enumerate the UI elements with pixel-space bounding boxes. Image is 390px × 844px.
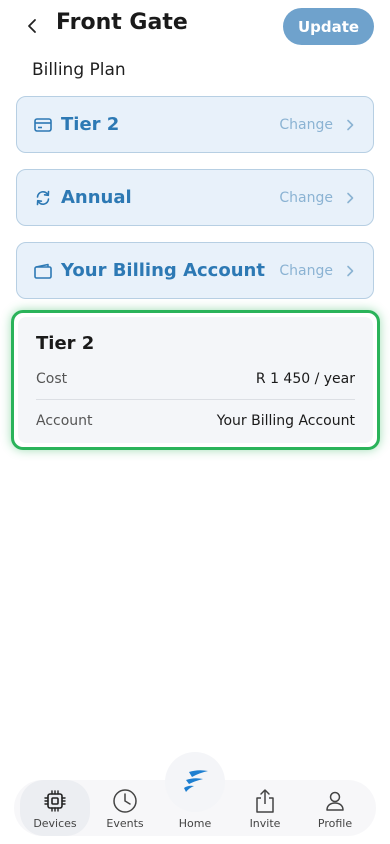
refresh-icon [33, 188, 53, 208]
chevron-right-icon [343, 264, 357, 278]
divider [36, 399, 355, 400]
chevron-right-icon [343, 118, 357, 132]
summary-row-account: Account Your Billing Account [36, 413, 355, 429]
tab-profile-label: Profile [317, 817, 353, 830]
account-option-label: Your Billing Account [61, 260, 265, 281]
summary-cost-value: R 1 450 / year [255, 371, 355, 387]
tier-change-link[interactable]: Change [279, 117, 333, 133]
tab-events[interactable]: Events [90, 780, 160, 836]
person-icon [322, 788, 348, 814]
period-option[interactable]: Annual Change [16, 169, 374, 226]
logo-icon [184, 770, 208, 792]
wallet-icon [33, 261, 53, 281]
summary-title: Tier 2 [36, 333, 95, 354]
summary-account-key: Account [36, 413, 93, 429]
tab-events-label: Events [106, 817, 144, 830]
account-option[interactable]: Your Billing Account Change [16, 242, 374, 299]
plan-summary-body: Tier 2 Cost R 1 450 / year Account Your … [18, 317, 373, 443]
tab-devices-label: Devices [33, 817, 77, 830]
tab-home[interactable] [165, 752, 225, 812]
tab-home-label: Home [178, 817, 212, 830]
tab-profile[interactable]: Profile [300, 780, 370, 836]
tier-option[interactable]: Tier 2 Change [16, 96, 374, 153]
clock-icon [112, 788, 138, 814]
tab-devices[interactable]: Devices [20, 780, 90, 836]
chevron-left-icon [28, 19, 36, 33]
period-option-label: Annual [61, 187, 132, 208]
chevron-right-icon [343, 191, 357, 205]
update-button[interactable]: Update [283, 8, 374, 45]
chip-icon [42, 788, 68, 814]
tab-invite-label: Invite [249, 817, 281, 830]
period-change-link[interactable]: Change [279, 190, 333, 206]
back-button[interactable] [20, 14, 44, 38]
tier-option-label: Tier 2 [61, 114, 120, 135]
tab-invite[interactable]: Invite [230, 780, 300, 836]
page-title: Front Gate [56, 10, 188, 35]
summary-cost-key: Cost [36, 371, 68, 387]
header: Front Gate Update [0, 0, 390, 56]
summary-account-value: Your Billing Account [216, 413, 355, 429]
plan-summary-card: Tier 2 Cost R 1 450 / year Account Your … [11, 310, 380, 450]
section-label: Billing Plan [32, 60, 126, 80]
credit-card-icon [33, 115, 53, 135]
summary-row-cost: Cost R 1 450 / year [36, 371, 355, 387]
share-icon [252, 788, 278, 814]
account-change-link[interactable]: Change [279, 263, 333, 279]
